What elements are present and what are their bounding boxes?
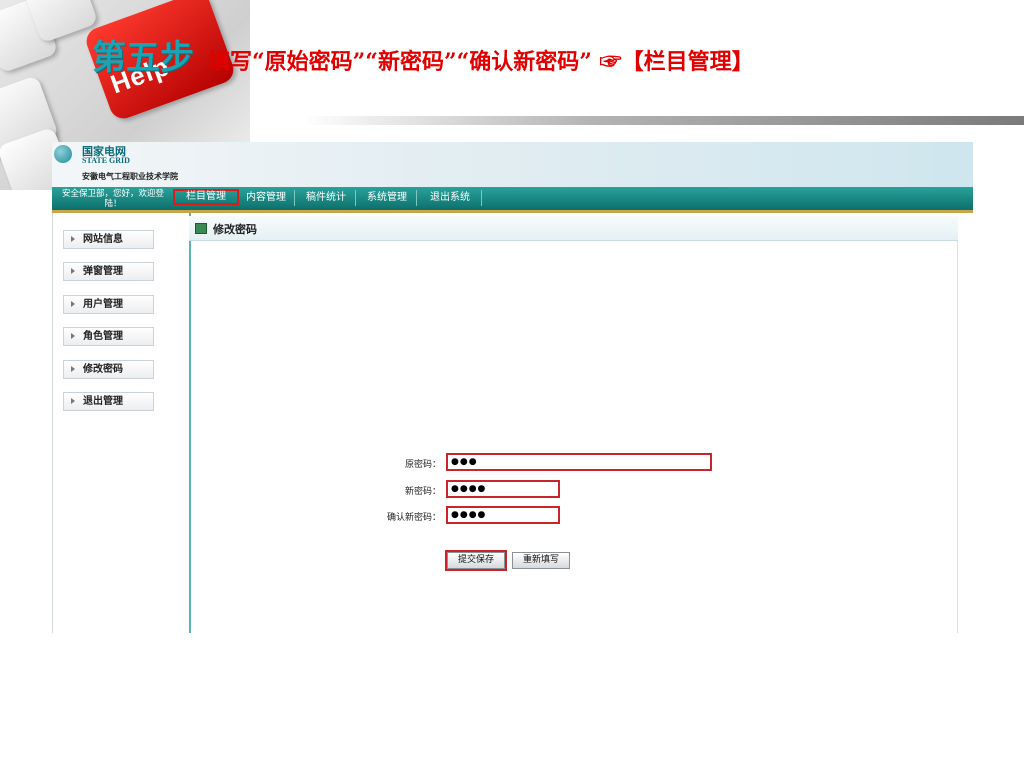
step-label: 第五步: [92, 38, 194, 78]
arrow-right-icon: [71, 398, 75, 404]
logo-school: 安徽电气工程职业技术学院: [82, 172, 178, 181]
sidebar-item-label: 网站信息: [83, 234, 123, 245]
slide-title: 第五步 填写“原始密码”“新密码”“确认新密码” ☞【栏目管理】: [92, 30, 754, 78]
logo-en: STATE GRID: [82, 156, 130, 165]
reset-button[interactable]: 重新填写: [512, 552, 570, 569]
sidebar-item-label: 用户管理: [83, 299, 123, 310]
nav-exit-system[interactable]: 退出系统: [419, 190, 482, 206]
confirm-password-field[interactable]: ●●●●: [446, 506, 560, 524]
app-banner: 国家电网 STATE GRID 安徽电气工程职业技术学院: [52, 142, 973, 187]
sidebar-item-site-info[interactable]: 网站信息: [63, 230, 154, 249]
arrow-right-icon: [71, 366, 75, 372]
panel-header: 修改密码: [189, 216, 958, 241]
arrow-right-icon: [71, 333, 75, 339]
sidebar-item-label: 退出管理: [83, 396, 123, 407]
nav-system-management[interactable]: 系统管理: [358, 190, 417, 206]
arrow-right-icon: [71, 268, 75, 274]
submit-save-button[interactable]: 提交保存: [445, 550, 507, 571]
header-divider: [300, 116, 1024, 125]
step-instruction: 填写“原始密码”“新密码”“确认新密码” ☞【栏目管理】: [208, 49, 754, 75]
nav-content-management[interactable]: 内容管理: [238, 190, 295, 206]
sidebar-item-change-password[interactable]: 修改密码: [63, 360, 154, 379]
welcome-text: 安全保卫部，您好，欢迎登陆！: [61, 189, 164, 209]
sidebar-item-roles[interactable]: 角色管理: [63, 327, 154, 346]
old-password-field[interactable]: ●●●: [446, 453, 712, 471]
arrow-right-icon: [71, 301, 75, 307]
sidebar-item-label: 弹窗管理: [83, 266, 123, 277]
sidebar-item-users[interactable]: 用户管理: [63, 295, 154, 314]
new-password-field[interactable]: ●●●●: [446, 480, 560, 498]
old-password-label: 原密码：: [404, 460, 441, 470]
nav-column-management[interactable]: 栏目管理: [173, 189, 239, 205]
confirm-password-label: 确认新密码：: [386, 513, 441, 523]
state-grid-globe-icon: [54, 145, 72, 163]
sidebar-item-exit[interactable]: 退出管理: [63, 392, 154, 411]
top-nav: 安全保卫部，您好，欢迎登陆！ 栏目管理 内容管理 稿件统计 系统管理 退出系统: [52, 187, 973, 213]
sidebar-item-label: 角色管理: [83, 331, 123, 342]
arrow-right-icon: [71, 236, 75, 242]
sidebar-item-popup[interactable]: 弹窗管理: [63, 262, 154, 281]
nav-manuscript-stats[interactable]: 稿件统计: [297, 190, 356, 206]
sidebar: 网站信息 弹窗管理 用户管理 角色管理 修改密码 退出管理: [52, 213, 191, 633]
password-form: 原密码： ●●● 新密码： ●●●● 确认新密码： ●●●● 提交保存 重新填写: [189, 241, 958, 633]
new-password-label: 新密码：: [404, 487, 441, 497]
sidebar-item-label: 修改密码: [83, 364, 123, 375]
edit-page-icon: [195, 223, 207, 234]
app-screenshot: 国家电网 STATE GRID 安徽电气工程职业技术学院 安全保卫部，您好，欢迎…: [52, 142, 973, 633]
panel-title: 修改密码: [213, 223, 257, 236]
